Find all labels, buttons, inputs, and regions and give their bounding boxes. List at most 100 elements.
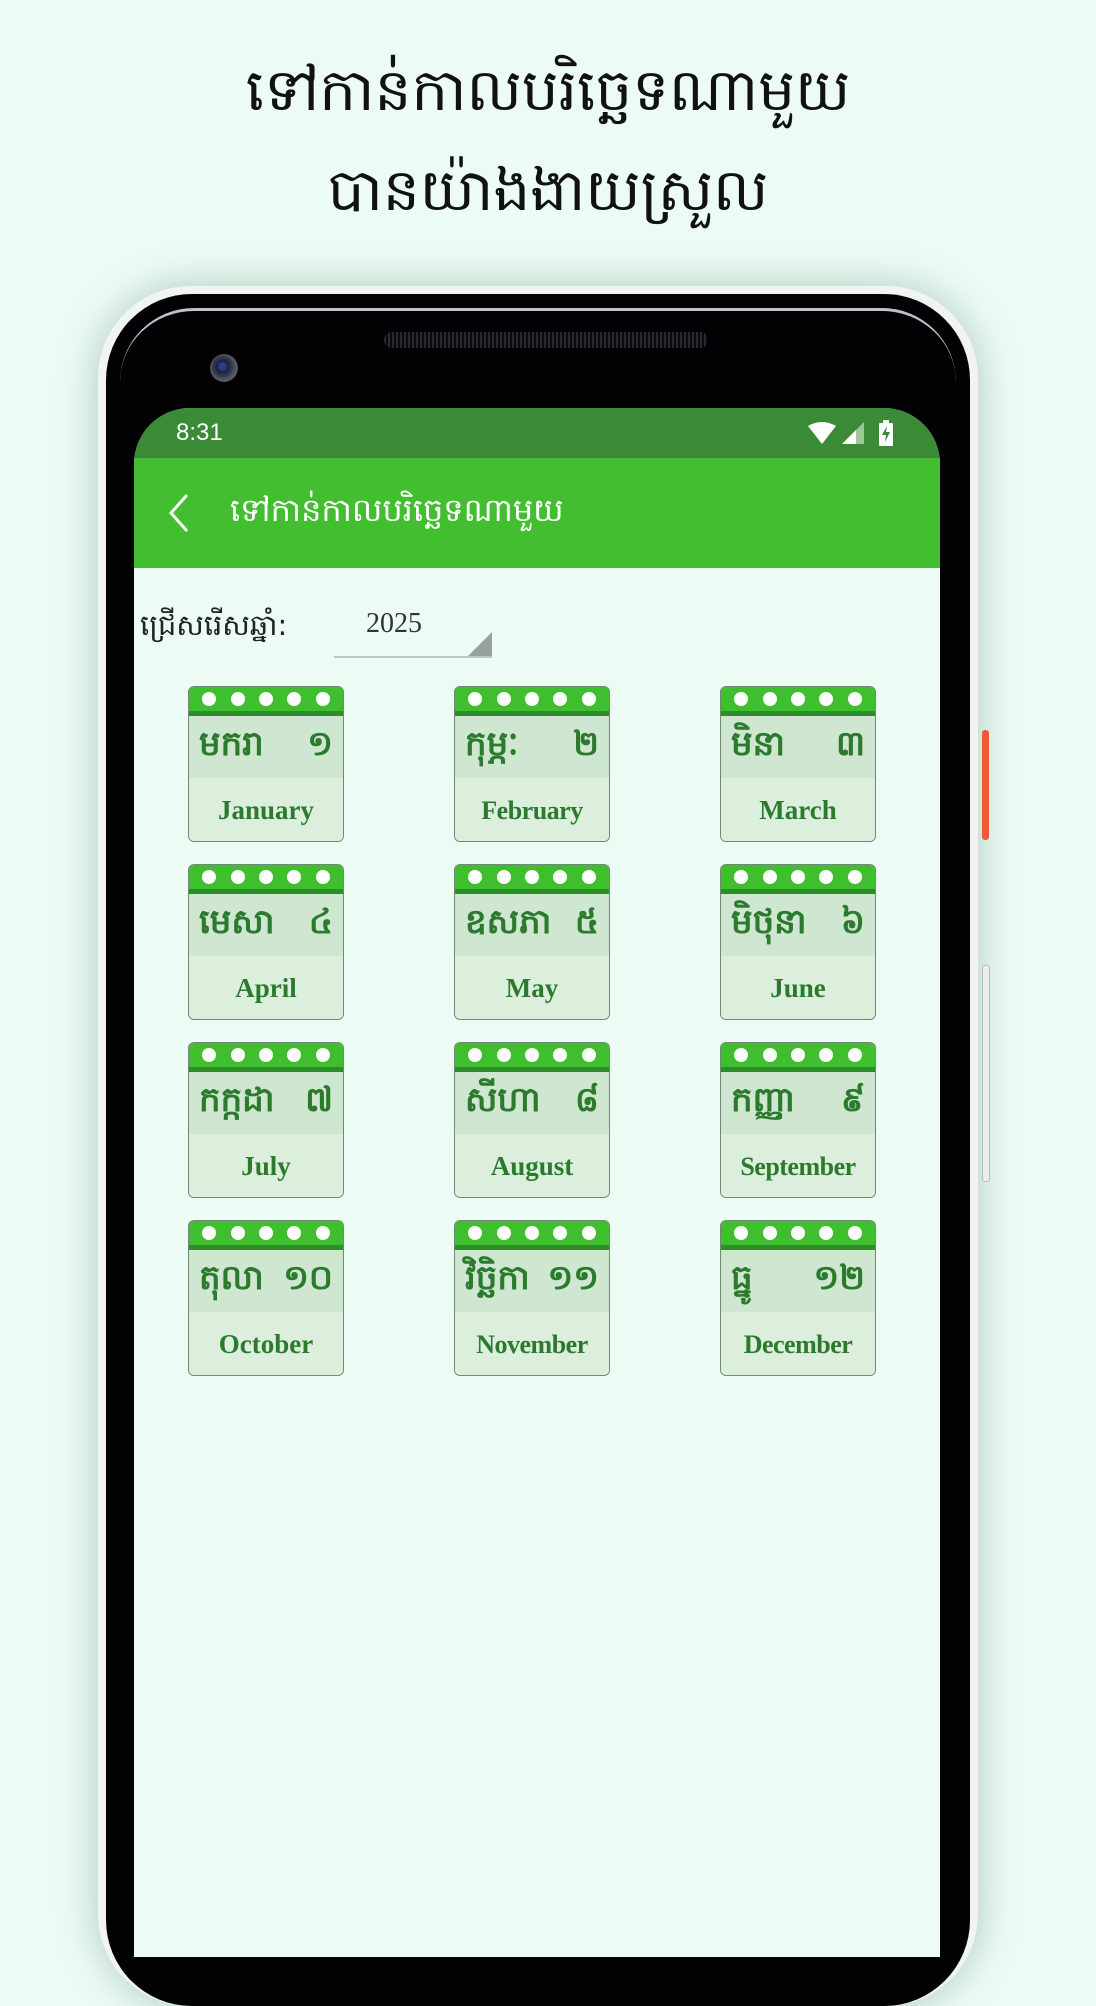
volume-button bbox=[982, 965, 990, 1182]
month-tile-march[interactable]: មិនា ៣ March bbox=[720, 686, 876, 842]
calendar-rings bbox=[189, 687, 343, 716]
promo-headline-line2: បានយ៉ាងងាយស្រួល bbox=[327, 156, 769, 224]
month-khmer-name: ឧសភា bbox=[465, 902, 552, 942]
month-english-name: January bbox=[189, 778, 343, 841]
ring-icon bbox=[202, 692, 217, 706]
month-tile-april[interactable]: មេសា ៤ April bbox=[188, 864, 344, 1020]
ring-icon bbox=[581, 1048, 596, 1062]
power-button bbox=[982, 730, 989, 840]
ring-icon bbox=[847, 1226, 862, 1240]
app-bar: ទៅកាន់កាលបរិច្ឆេទណាមួយ bbox=[134, 458, 940, 568]
status-bar: 8:31 bbox=[134, 408, 940, 458]
ring-icon bbox=[581, 692, 596, 706]
ring-icon bbox=[553, 692, 568, 706]
ring-icon bbox=[524, 1048, 539, 1062]
ring-icon bbox=[258, 692, 273, 706]
month-english-name: June bbox=[721, 956, 875, 1019]
month-tile-june[interactable]: មិថុនា ៦ June bbox=[720, 864, 876, 1020]
back-button[interactable] bbox=[134, 458, 224, 568]
month-tile-january[interactable]: មករា ១ January bbox=[188, 686, 344, 842]
month-khmer-row: តុលា ១០ bbox=[189, 1250, 343, 1312]
ring-icon bbox=[202, 870, 217, 884]
year-dropdown[interactable]: 2025 bbox=[334, 608, 492, 658]
year-label: ជ្រើសរើសឆ្នាំ: bbox=[140, 608, 288, 642]
month-english-name: May bbox=[455, 956, 609, 1019]
month-khmer-row: ឧសភា ៥ bbox=[455, 894, 609, 956]
ring-icon bbox=[202, 1226, 217, 1240]
month-khmer-row: មេសា ៤ bbox=[189, 894, 343, 956]
month-khmer-name: មេសា bbox=[199, 902, 275, 942]
month-khmer-row: មករា ១ bbox=[189, 716, 343, 778]
app-screen: 8:31 ទៅកាន់កាលបរិច្ឆេទណាមួយ ជ្រើសរើសឆ្នា… bbox=[134, 408, 940, 1957]
month-tile-may[interactable]: ឧសភា ៥ May bbox=[454, 864, 610, 1020]
ring-icon bbox=[258, 870, 273, 884]
month-tile-december[interactable]: ធ្នូ ១២ December bbox=[720, 1220, 876, 1376]
month-khmer-number: ៩ bbox=[840, 1080, 865, 1120]
ring-icon bbox=[258, 1048, 273, 1062]
month-khmer-row: វិច្ឆិកា ១១ bbox=[455, 1250, 609, 1312]
month-khmer-number: ១១ bbox=[547, 1258, 599, 1298]
wifi-icon bbox=[808, 422, 836, 444]
ring-icon bbox=[496, 1226, 511, 1240]
dropdown-arrow-icon bbox=[468, 632, 492, 656]
front-camera-icon bbox=[210, 354, 238, 382]
month-khmer-row: ធ្នូ ១២ bbox=[721, 1250, 875, 1312]
month-english-name: November bbox=[455, 1312, 609, 1375]
month-khmer-row: មិថុនា ៦ bbox=[721, 894, 875, 956]
ring-icon bbox=[468, 870, 483, 884]
ring-icon bbox=[762, 1226, 777, 1240]
month-khmer-name: សីហា bbox=[465, 1080, 541, 1120]
month-khmer-name: កុម្ភៈ bbox=[465, 724, 519, 764]
month-tile-august[interactable]: សីហា ៨ August bbox=[454, 1042, 610, 1198]
month-tile-november[interactable]: វិច្ឆិកា ១១ November bbox=[454, 1220, 610, 1376]
ring-icon bbox=[581, 1226, 596, 1240]
ring-icon bbox=[315, 870, 330, 884]
ring-icon bbox=[734, 1048, 749, 1062]
ring-icon bbox=[790, 692, 805, 706]
ring-icon bbox=[287, 870, 302, 884]
month-english-name: April bbox=[189, 956, 343, 1019]
chevron-left-icon bbox=[168, 494, 189, 532]
month-english-name: December bbox=[721, 1312, 875, 1375]
ring-icon bbox=[468, 1226, 483, 1240]
month-tile-september[interactable]: កញ្ញា ៩ September bbox=[720, 1042, 876, 1198]
promo-headline: ទៅកាន់កាលបរិច្ឆេទណាមួយ បានយ៉ាងងាយស្រួល bbox=[0, 40, 1096, 240]
month-khmer-name: វិច្ឆិកា bbox=[465, 1258, 530, 1298]
ring-icon bbox=[524, 692, 539, 706]
month-english-name: September bbox=[721, 1134, 875, 1197]
month-khmer-row: មិនា ៣ bbox=[721, 716, 875, 778]
ring-icon bbox=[230, 1226, 245, 1240]
ring-icon bbox=[581, 870, 596, 884]
month-khmer-number: ១២ bbox=[813, 1258, 865, 1298]
month-english-name: August bbox=[455, 1134, 609, 1197]
month-khmer-name: កញ្ញា bbox=[731, 1080, 796, 1120]
ring-icon bbox=[819, 1226, 834, 1240]
month-khmer-number: ៤ bbox=[308, 902, 333, 942]
ring-icon bbox=[202, 1048, 217, 1062]
month-khmer-number: ៧ bbox=[305, 1080, 333, 1120]
month-khmer-name: កក្កដា bbox=[199, 1080, 275, 1120]
page-title: ទៅកាន់កាលបរិច្ឆេទណាមួយ bbox=[230, 490, 564, 529]
ring-icon bbox=[762, 870, 777, 884]
ring-icon bbox=[287, 692, 302, 706]
ring-icon bbox=[847, 692, 862, 706]
ring-icon bbox=[230, 692, 245, 706]
month-khmer-row: សីហា ៨ bbox=[455, 1072, 609, 1134]
month-tile-july[interactable]: កក្កដា ៧ July bbox=[188, 1042, 344, 1198]
ring-icon bbox=[496, 870, 511, 884]
month-tile-february[interactable]: កុម្ភៈ ២ February bbox=[454, 686, 610, 842]
ring-icon bbox=[790, 870, 805, 884]
ring-icon bbox=[819, 1048, 834, 1062]
ring-icon bbox=[524, 870, 539, 884]
ring-icon bbox=[819, 870, 834, 884]
month-tile-october[interactable]: តុលា ១០ October bbox=[188, 1220, 344, 1376]
ring-icon bbox=[315, 692, 330, 706]
ring-icon bbox=[790, 1048, 805, 1062]
month-khmer-number: ១ bbox=[307, 724, 333, 764]
battery-charging-icon bbox=[879, 420, 893, 446]
year-value: 2025 bbox=[366, 608, 422, 639]
month-khmer-number: ៣ bbox=[835, 724, 865, 764]
ring-icon bbox=[315, 1226, 330, 1240]
ring-icon bbox=[553, 1226, 568, 1240]
ring-icon bbox=[496, 1048, 511, 1062]
